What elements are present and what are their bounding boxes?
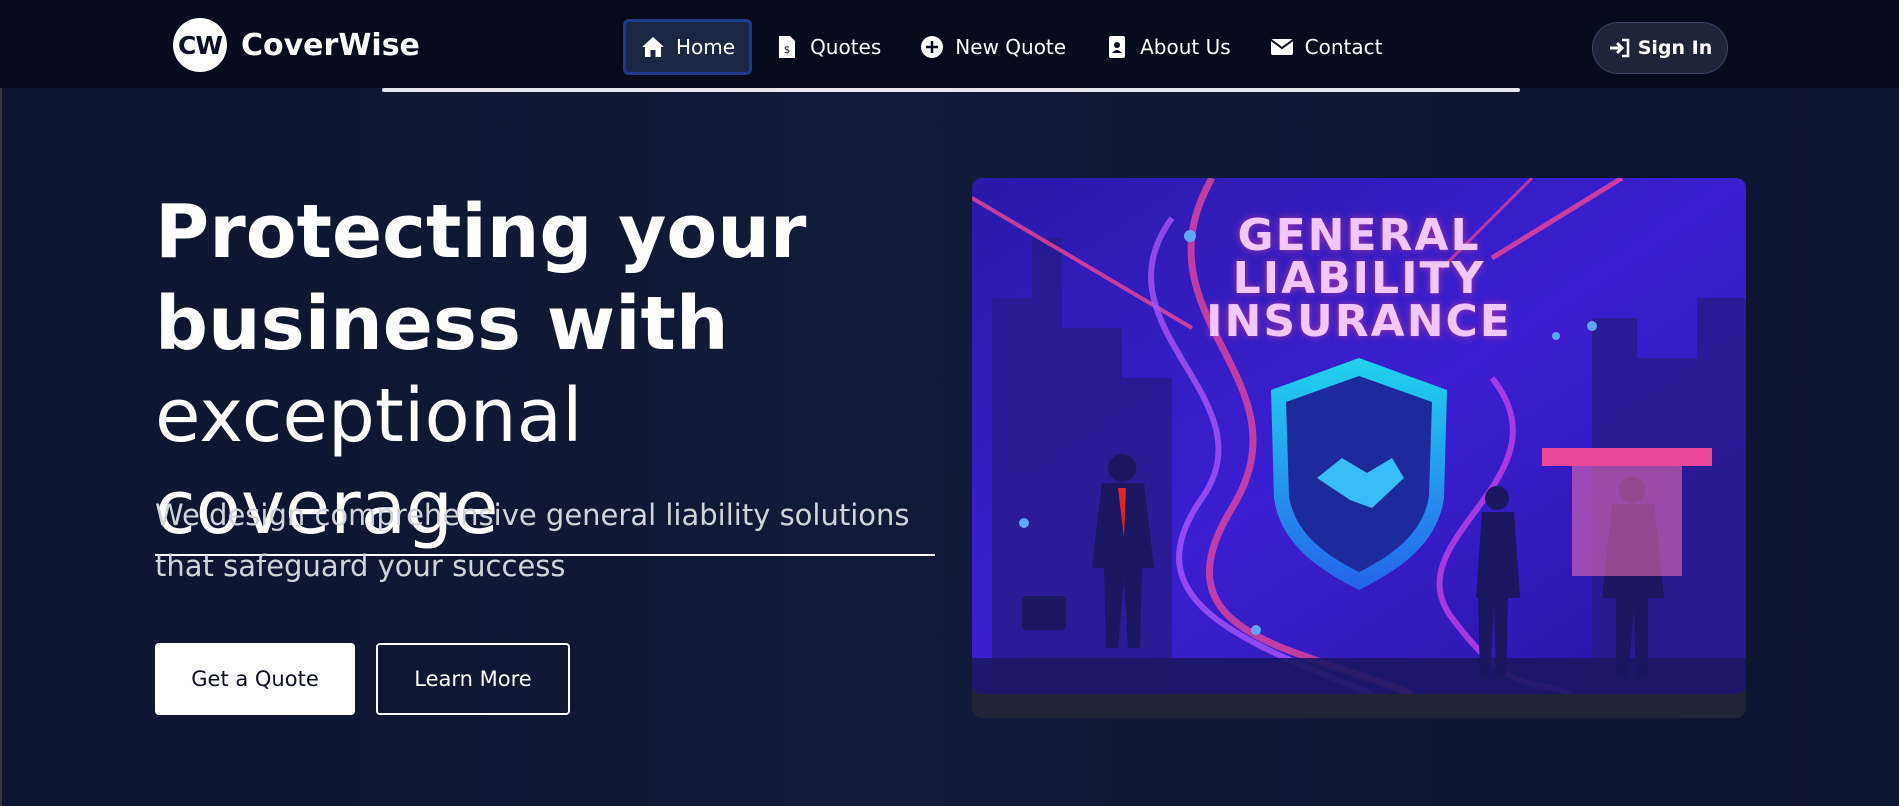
nav-item-label: Contact: [1304, 35, 1383, 59]
navbar: CW CoverWise Home $ Quotes New Quote Abo…: [0, 0, 1899, 88]
nav-item-new-quote[interactable]: New Quote: [903, 19, 1082, 75]
get-quote-button[interactable]: Get a Quote: [155, 643, 355, 715]
nav-item-quotes[interactable]: $ Quotes: [758, 19, 897, 75]
hero-title-line-2: business with: [155, 281, 729, 367]
nav-item-label: Home: [676, 35, 736, 59]
hero-illustration: GENERAL LIABILITY INSURANCE: [972, 178, 1746, 694]
sign-in-button[interactable]: Sign In: [1592, 22, 1728, 74]
hero-title-line-1: Protecting your: [155, 189, 807, 275]
brand-logo: CW: [173, 18, 227, 72]
illustration-title-line-3: INSURANCE: [1206, 296, 1512, 347]
nav-item-label: About Us: [1140, 35, 1231, 59]
home-icon: [640, 34, 666, 60]
brand-name: CoverWise: [241, 27, 420, 63]
plus-circle-icon: [919, 34, 945, 60]
invoice-icon: $: [774, 34, 800, 60]
nav-item-contact[interactable]: Contact: [1253, 19, 1399, 75]
brand[interactable]: CW CoverWise: [173, 18, 420, 72]
illustration-title-line-1: GENERAL: [1237, 210, 1481, 261]
nav-item-home[interactable]: Home: [623, 19, 753, 75]
nav-underline: [382, 88, 1520, 92]
sign-in-label: Sign In: [1637, 37, 1713, 59]
nav-item-about[interactable]: About Us: [1088, 19, 1247, 75]
sign-in-icon: [1608, 37, 1630, 59]
id-badge-icon: [1104, 34, 1130, 60]
illustration-title: GENERAL LIABILITY INSURANCE: [972, 210, 1746, 347]
learn-more-button[interactable]: Learn More: [376, 643, 570, 715]
main-nav: Home $ Quotes New Quote About Us Contact: [623, 19, 1404, 75]
nav-item-label: Quotes: [810, 35, 882, 59]
nav-item-label: New Quote: [955, 35, 1067, 59]
hero-subtitle: We design comprehensive general liabilit…: [155, 498, 910, 583]
svg-text:$: $: [784, 45, 790, 56]
illustration-title-line-2: LIABILITY: [1232, 253, 1486, 304]
envelope-icon: [1269, 34, 1295, 60]
